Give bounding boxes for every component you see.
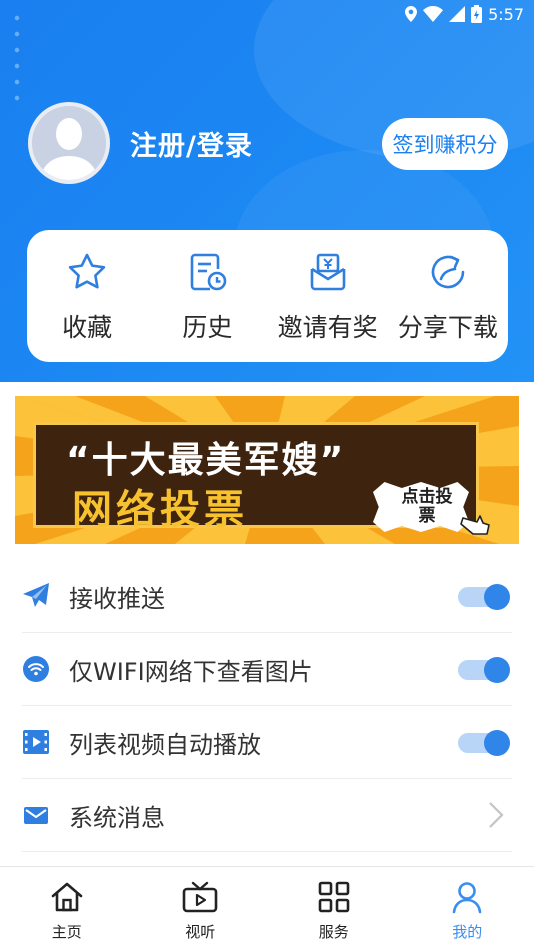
quick-action-share[interactable]: 分享下载 [388, 230, 508, 362]
vote-badge-label: 点击投票 [401, 487, 453, 526]
vote-banner[interactable]: “十大最美军嫂” 网络投票 点击投票 [15, 396, 519, 544]
chevron-right-icon [488, 801, 504, 833]
toggle-knob [484, 730, 510, 756]
toggle-knob [484, 584, 510, 610]
wifi-icon [22, 655, 50, 683]
quick-action-label: 收藏 [62, 313, 113, 342]
tv-icon [182, 879, 218, 915]
setting-label: 列表视频自动播放 [69, 730, 261, 759]
toggle-knob [484, 657, 510, 683]
nav-tab-mine[interactable]: 我的 [401, 867, 534, 950]
quick-actions-card: 收藏 历史 邀请有奖 分享下载 [27, 230, 508, 362]
location-icon [405, 6, 418, 22]
banner-title: “十大最美军嫂” [66, 440, 346, 481]
settings-list: 接收推送 仅WIFI网络下查看图片 列表视频自动播放 系统消息 [22, 560, 512, 852]
status-time: 5:57 [488, 4, 524, 24]
wifi-status-icon [423, 6, 444, 22]
default-avatar-icon [32, 106, 106, 180]
setting-row-system-messages[interactable]: 系统消息 [22, 779, 512, 852]
header-dots-decoration [10, 10, 24, 106]
quick-action-label: 邀请有奖 [277, 313, 378, 342]
quick-action-favorites[interactable]: 收藏 [27, 230, 147, 362]
quick-action-label: 历史 [182, 313, 233, 342]
history-icon [185, 250, 229, 294]
nav-tab-home[interactable]: 主页 [0, 867, 134, 950]
nav-label: 我的 [452, 923, 483, 941]
status-bar: 5:57 [405, 3, 524, 25]
send-icon [22, 582, 50, 610]
setting-row-wifi-images: 仅WIFI网络下查看图片 [22, 633, 512, 706]
signal-icon [449, 6, 466, 22]
setting-row-push: 接收推送 [22, 560, 512, 633]
hand-pointer-icon [460, 515, 490, 535]
nav-label: 主页 [51, 923, 82, 941]
share-icon [426, 250, 470, 294]
avatar[interactable] [28, 102, 110, 184]
setting-row-autoplay: 列表视频自动播放 [22, 706, 512, 779]
quick-action-label: 分享下载 [397, 313, 498, 342]
user-icon [449, 879, 485, 915]
nav-label: 服务 [318, 923, 349, 941]
home-icon [49, 879, 85, 915]
mail-icon [22, 801, 50, 829]
nav-tab-services[interactable]: 服务 [267, 867, 401, 950]
video-icon [22, 728, 50, 756]
setting-label: 系统消息 [69, 803, 165, 832]
autoplay-toggle[interactable] [456, 730, 510, 756]
star-icon [65, 250, 109, 294]
nav-label: 视听 [185, 923, 216, 941]
setting-label: 仅WIFI网络下查看图片 [69, 657, 313, 686]
invite-reward-icon [306, 250, 350, 294]
banner-subtitle: 网络投票 [72, 487, 248, 533]
grid-icon [316, 879, 352, 915]
setting-label: 接收推送 [69, 584, 165, 613]
nav-tab-media[interactable]: 视听 [134, 867, 268, 950]
quick-action-history[interactable]: 历史 [147, 230, 267, 362]
bottom-navigation: 主页 视听 服务 我的 [0, 866, 534, 950]
login-register-link[interactable]: 注册/登录 [130, 124, 253, 163]
quick-action-invite[interactable]: 邀请有奖 [268, 230, 388, 362]
wifi-images-toggle[interactable] [456, 657, 510, 683]
checkin-earn-points-button[interactable]: 签到赚积分 [382, 118, 508, 170]
battery-icon [471, 5, 483, 23]
push-toggle[interactable] [456, 584, 510, 610]
